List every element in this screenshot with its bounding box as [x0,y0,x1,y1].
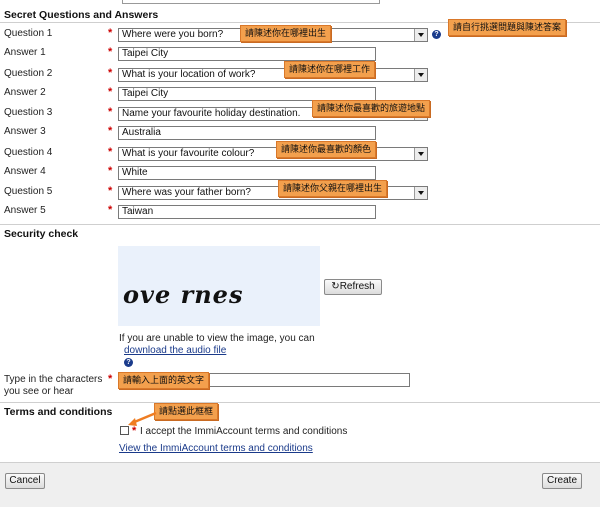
callout-choose-questions: 請自行挑選問題與陳述答案 [448,19,567,36]
callout-question-2: 請陳述你在哪裡工作 [284,61,376,78]
chevron-down-icon [414,29,427,41]
question-2-label: Question 2 [4,68,53,79]
required-mark: * [108,27,113,39]
help-icon[interactable]: ? [432,30,441,39]
question-2-select[interactable]: What is your location of work? [118,68,428,82]
question-4-select[interactable]: What is your favourite colour? [118,147,428,161]
callout-question-1: 請陳述你在哪裡出生 [240,25,332,42]
required-mark: * [108,46,113,58]
answer-3-input[interactable]: Australia [118,126,376,140]
required-mark: * [108,106,113,118]
help-icon[interactable]: ? [124,358,133,367]
callout-captcha: 請輸入上面的英文字 [118,372,210,389]
secret-questions-title: Secret Questions and Answers [4,9,159,21]
required-mark: * [108,86,113,98]
required-mark: * [108,204,113,216]
footer-bar [0,462,600,507]
chevron-down-icon [414,187,427,199]
required-mark: * [108,165,113,177]
cancel-button[interactable]: Cancel [5,473,45,489]
chevron-down-icon [414,148,427,160]
required-mark: * [132,425,137,437]
chevron-down-icon [414,69,427,81]
question-1-value: Where were you born? [122,29,224,40]
type-characters-label-1: Type in the characters [4,374,103,385]
callout-question-5: 請陳述你父親在哪裡出生 [278,180,388,197]
divider [0,224,600,225]
callout-terms: 請點選此框框 [154,403,219,420]
question-3-label: Question 3 [4,107,53,118]
terms-title: Terms and conditions [4,406,113,418]
accept-terms-checkbox[interactable] [120,426,129,435]
question-5-value: Where was your father born? [122,187,251,198]
answer-4-label: Answer 4 [4,166,46,177]
question-5-label: Question 5 [4,186,53,197]
captcha-text: ove rnes [123,280,244,309]
answer-2-input[interactable]: Taipei City [118,87,376,101]
view-terms-link[interactable]: View the ImmiAccount terms and condition… [119,443,313,454]
answer-2-label: Answer 2 [4,87,46,98]
required-mark: * [108,67,113,79]
top-frame-edge [0,0,600,6]
question-1-label: Question 1 [4,28,53,39]
answer-5-input[interactable]: Taiwan [118,205,376,219]
answer-3-label: Answer 3 [4,126,46,137]
create-button[interactable]: Create [542,473,582,489]
type-characters-label-2: you see or hear [4,386,74,397]
callout-question-3: 請陳述你最喜歡的旅遊地點 [312,100,431,117]
required-mark: * [108,373,113,385]
question-4-label: Question 4 [4,147,53,158]
question-4-value: What is your favourite colour? [122,148,255,159]
required-mark: * [108,146,113,158]
answer-5-label: Answer 5 [4,205,46,216]
divider [0,402,600,403]
answer-1-input[interactable]: Taipei City [118,47,376,61]
required-mark: * [108,125,113,137]
download-audio-link[interactable]: download the audio file [124,345,226,356]
question-3-value: Name your favourite holiday destination. [122,108,301,119]
answer-4-input[interactable]: White [118,166,376,180]
required-mark: * [108,185,113,197]
refresh-label: Refresh [339,281,375,292]
callout-question-4: 請陳述你最喜歡的顏色 [276,141,377,158]
refresh-button[interactable]: ↻Refresh [324,279,382,295]
captcha-unable-text: If you are unable to view the image, you… [119,333,315,344]
accept-terms-label: I accept the ImmiAccount terms and condi… [140,426,348,437]
security-check-title: Security check [4,228,79,240]
answer-1-label: Answer 1 [4,47,46,58]
refresh-icon: ↻ [331,281,340,292]
captcha-image: ove rnes [118,246,320,326]
question-2-value: What is your location of work? [122,69,256,80]
